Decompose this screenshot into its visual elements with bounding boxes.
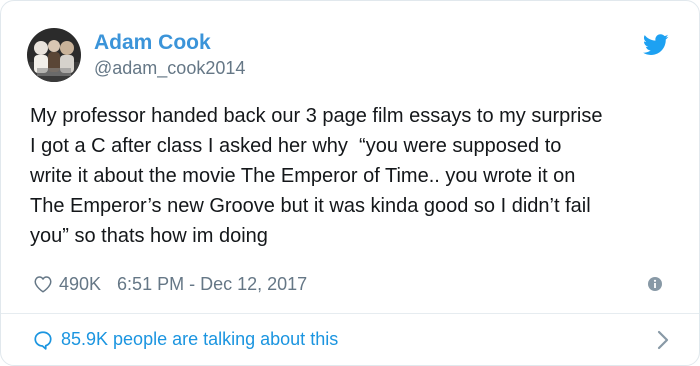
tweet-header: Adam Cook @adam_cook2014	[27, 27, 245, 83]
author-display-name[interactable]: Adam Cook	[94, 30, 245, 56]
author-handle[interactable]: @adam_cook2014	[94, 56, 245, 80]
tweet-meta: 490K 6:51 PM - Dec 12, 2017	[33, 269, 307, 299]
avatar-image	[27, 28, 81, 82]
author-names: Adam Cook @adam_cook2014	[94, 30, 245, 80]
chevron-right-icon[interactable]	[657, 330, 669, 350]
conversation-link[interactable]: 85.9K people are talking about this	[33, 314, 669, 365]
speech-bubble-icon	[34, 330, 52, 350]
heart-icon[interactable]	[33, 275, 53, 293]
conversation-label: 85.9K people are talking about this	[61, 329, 339, 349]
tweet-card: Adam Cook @adam_cook2014 My professor ha…	[0, 0, 700, 366]
tweet-timestamp[interactable]: 6:51 PM - Dec 12, 2017	[117, 274, 307, 295]
twitter-bird-icon[interactable]	[643, 34, 669, 56]
tweet-text: My professor handed back our 3 page film…	[30, 105, 603, 247]
like-count[interactable]: 490K	[59, 274, 101, 295]
info-icon[interactable]	[648, 277, 662, 291]
avatar[interactable]	[27, 28, 81, 82]
